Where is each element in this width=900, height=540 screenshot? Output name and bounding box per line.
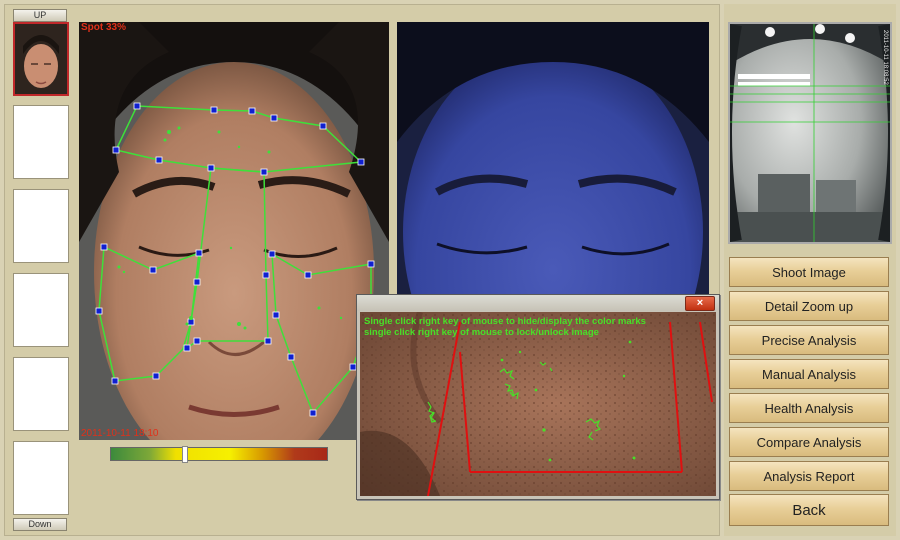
face-thumbnail-image	[15, 24, 67, 94]
thumbnail-slot-3[interactable]	[13, 189, 69, 263]
zoom-hint-line-2: single click right key of mouse to lock/…	[364, 327, 599, 338]
thumbnail-slot-4[interactable]	[13, 273, 69, 347]
analysis-report-button[interactable]: Analysis Report	[729, 461, 889, 491]
thumbnail-slot-6[interactable]	[13, 441, 69, 515]
thumbnail-slot-5[interactable]	[13, 357, 69, 431]
precise-analysis-button[interactable]: Precise Analysis	[729, 325, 889, 355]
uv-face-image	[397, 22, 709, 297]
camera-feed-image	[730, 24, 890, 242]
health-analysis-button[interactable]: Health Analysis	[729, 393, 889, 423]
zoom-image-area[interactable]: Single click right key of mouse to hide/…	[360, 312, 716, 496]
detail-zoom-up-button[interactable]: Detail Zoom up	[729, 291, 889, 321]
uv-face-view[interactable]	[397, 22, 709, 297]
thumbnail-slot-2[interactable]	[13, 105, 69, 179]
live-camera-preview[interactable]: 2011-10-11 18:08:52	[728, 22, 892, 244]
shoot-image-button[interactable]: Shoot Image	[729, 257, 889, 287]
zoomed-skin-image	[360, 312, 716, 496]
analysis-face-view[interactable]: Spot 33% 2011-10-11 18:10	[79, 22, 389, 440]
compare-analysis-button[interactable]: Compare Analysis	[729, 427, 889, 457]
camera-timestamp: 2011-10-11 18:08:52	[882, 30, 888, 85]
spot-severity-color-scale	[110, 446, 328, 463]
down-button[interactable]: Down	[13, 518, 67, 531]
zoom-window-titlebar[interactable]: ×	[357, 295, 719, 311]
zoom-hint-line-1: Single click right key of mouse to hide/…	[364, 316, 646, 327]
detail-zoom-window[interactable]: × Single click right key of mouse to hid…	[356, 294, 720, 500]
thumbnail-selected[interactable]	[13, 22, 69, 96]
color-scale-marker	[182, 446, 189, 463]
close-icon[interactable]: ×	[685, 296, 715, 311]
capture-timestamp: 2011-10-11 18:10	[81, 428, 159, 439]
up-button[interactable]: UP	[13, 9, 67, 22]
manual-analysis-button[interactable]: Manual Analysis	[729, 359, 889, 389]
back-button[interactable]: Back	[729, 494, 889, 526]
spot-percentage-label: Spot 33%	[81, 22, 127, 33]
analysis-face-image	[79, 22, 389, 440]
